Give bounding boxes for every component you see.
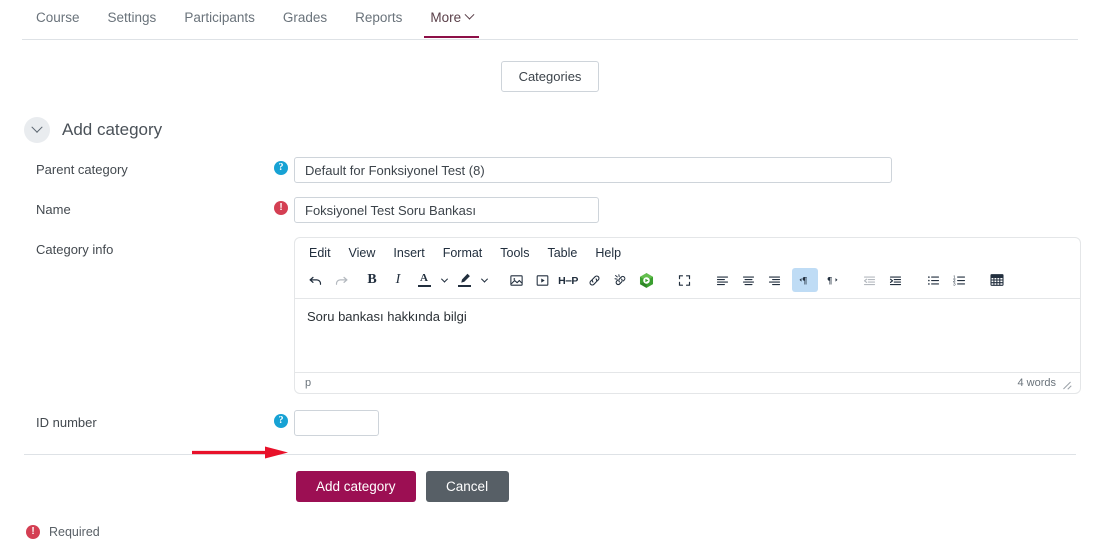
exclamation-required-icon: ! xyxy=(26,525,40,539)
editor-status-bar: p 4 words xyxy=(295,372,1080,393)
media-video-icon[interactable] xyxy=(529,268,555,292)
text-color-chevron-icon[interactable] xyxy=(437,268,451,292)
nav-tab-settings[interactable]: Settings xyxy=(94,0,171,37)
id-number-label: ID number xyxy=(36,415,97,430)
form-row-category-info: Category info Edit View Insert Format To… xyxy=(0,237,1100,394)
bold-icon[interactable]: B xyxy=(359,268,385,292)
add-category-button[interactable]: Add category xyxy=(296,471,416,502)
editor-menubar: Edit View Insert Format Tools Table Help xyxy=(295,238,1080,266)
categories-button[interactable]: Categories xyxy=(500,61,600,92)
nav-tab-label: More xyxy=(430,10,462,25)
svg-text:¶: ¶ xyxy=(802,276,807,286)
editor-menu-view[interactable]: View xyxy=(341,243,384,263)
add-category-section-header: Add category xyxy=(24,117,1100,143)
redo-icon[interactable] xyxy=(328,268,354,292)
svg-text:¶: ¶ xyxy=(827,276,832,286)
form-row-id-number: ID number ? xyxy=(0,410,1100,436)
editor-element-path[interactable]: p xyxy=(305,377,1017,389)
nav-tab-label: Grades xyxy=(282,10,328,25)
fullscreen-icon[interactable] xyxy=(671,268,697,292)
chevron-down-icon xyxy=(464,9,475,20)
bullet-list-icon[interactable] xyxy=(920,268,946,292)
form-row-parent-category: Parent category ? xyxy=(0,157,1100,183)
undo-icon[interactable] xyxy=(302,268,328,292)
outdent-icon[interactable] xyxy=(856,268,882,292)
highlight-color-chevron-icon[interactable] xyxy=(477,268,491,292)
highlight-color-icon[interactable] xyxy=(451,268,477,292)
unlink-icon[interactable] xyxy=(607,268,633,292)
category-info-label: Category info xyxy=(36,242,114,257)
nav-tab-participants[interactable]: Participants xyxy=(170,0,269,37)
rich-text-editor: Edit View Insert Format Tools Table Help xyxy=(294,237,1081,394)
text-color-icon[interactable]: A xyxy=(411,268,437,292)
editor-menu-table[interactable]: Table xyxy=(539,243,585,263)
align-center-icon[interactable] xyxy=(735,268,761,292)
indent-icon[interactable] xyxy=(882,268,908,292)
align-right-icon[interactable] xyxy=(761,268,787,292)
editor-menu-format[interactable]: Format xyxy=(435,243,491,263)
name-input[interactable] xyxy=(294,197,599,223)
course-nav-bar: Course Settings Participants Grades Repo… xyxy=(0,0,1100,40)
question-mark-icon[interactable]: ? xyxy=(274,414,288,428)
svg-text:3: 3 xyxy=(953,281,956,286)
italic-icon[interactable]: I xyxy=(385,268,411,292)
resize-handle-icon[interactable] xyxy=(1063,379,1072,388)
editor-toolbar: B I A H–P ¶ ¶ 1 2 3 xyxy=(295,266,1080,299)
nav-tab-label: Reports xyxy=(355,10,403,25)
link-icon[interactable] xyxy=(581,268,607,292)
form-row-name: Name ! xyxy=(0,197,1100,223)
table-grid-icon[interactable] xyxy=(984,268,1010,292)
parent-category-select[interactable] xyxy=(294,157,892,183)
nav-tab-more[interactable]: More xyxy=(416,0,487,38)
editor-menu-tools[interactable]: Tools xyxy=(492,243,537,263)
nav-tab-label: Settings xyxy=(107,10,157,25)
collapse-toggle-button[interactable] xyxy=(24,117,50,143)
form-divider xyxy=(24,454,1076,455)
page-toolbar: Categories xyxy=(0,61,1100,92)
parent-category-label: Parent category xyxy=(36,162,128,177)
editor-menu-edit[interactable]: Edit xyxy=(301,243,339,263)
required-legend: ! Required xyxy=(26,525,1100,539)
nav-tab-reports[interactable]: Reports xyxy=(341,0,416,37)
rtl-icon[interactable]: ¶ xyxy=(818,268,844,292)
image-icon[interactable] xyxy=(503,268,529,292)
exclamation-required-icon: ! xyxy=(274,201,288,215)
question-mark-icon[interactable]: ? xyxy=(274,161,288,175)
nav-tab-label: Participants xyxy=(184,10,255,25)
align-left-icon[interactable] xyxy=(709,268,735,292)
h5p-icon[interactable]: H–P xyxy=(555,268,581,292)
page-title: Add category xyxy=(62,120,163,139)
editor-menu-insert[interactable]: Insert xyxy=(385,243,432,263)
name-label: Name xyxy=(36,202,71,217)
cancel-button[interactable]: Cancel xyxy=(425,471,509,502)
chevron-down-icon xyxy=(31,121,43,133)
editor-word-count: 4 words xyxy=(1017,377,1056,389)
nav-tab-course[interactable]: Course xyxy=(22,0,94,37)
required-legend-label: Required xyxy=(49,525,100,539)
form-actions: Add category Cancel xyxy=(296,471,1100,502)
editor-content-area[interactable]: Soru bankası hakkında bilgi xyxy=(295,299,1080,372)
nav-tab-grades[interactable]: Grades xyxy=(269,0,341,37)
nav-tab-label: Course xyxy=(36,10,80,25)
id-number-input[interactable] xyxy=(294,410,379,436)
screen-recorder-icon[interactable] xyxy=(633,268,659,292)
numbered-list-icon[interactable]: 1 2 3 xyxy=(946,268,972,292)
red-arrow-right-icon xyxy=(192,446,288,459)
editor-menu-help[interactable]: Help xyxy=(587,243,629,263)
ltr-icon[interactable]: ¶ xyxy=(792,268,818,292)
